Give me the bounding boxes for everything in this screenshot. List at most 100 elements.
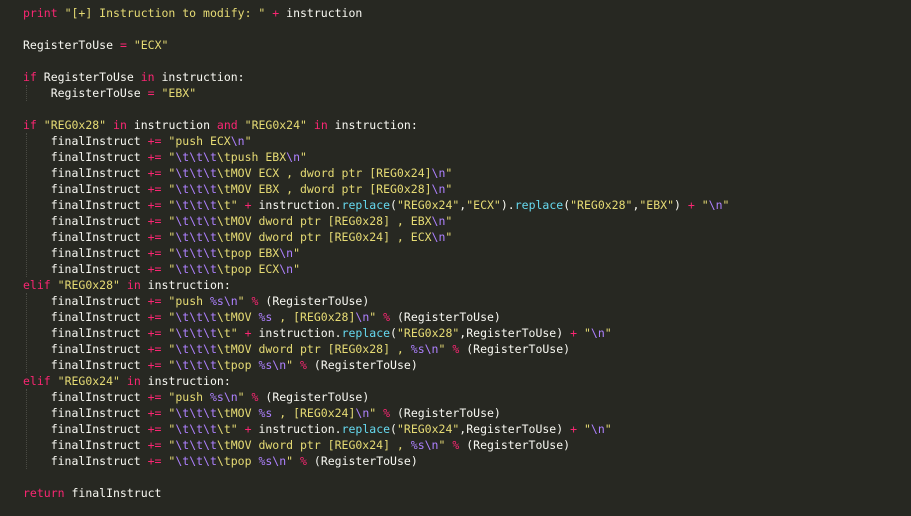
- code-line[interactable]: elif "REG0x24" in instruction:: [23, 373, 231, 389]
- code-token: ": [237, 294, 245, 308]
- code-token: \t\t\t: [175, 438, 217, 452]
- code-token: ).: [500, 198, 515, 212]
- code-token: return: [23, 486, 65, 500]
- code-line[interactable]: RegisterToUse = "EBX": [23, 85, 196, 101]
- code-token: \n: [590, 422, 605, 436]
- code-token: ,RegisterToUse): [459, 422, 571, 436]
- code-line[interactable]: finalInstruct += "\t\t\t\tMOV %s , [REG0…: [23, 309, 501, 325]
- code-token: "ECX": [466, 198, 501, 212]
- code-token: ": [445, 166, 453, 180]
- code-token: %s: [258, 310, 273, 324]
- code-line[interactable]: finalInstruct += " \t\t\t\tMOV ECX , dwor…: [23, 165, 453, 181]
- code-token: \tMOV dword ptr [REG0x28] ,: [216, 342, 411, 356]
- code-line[interactable]: if RegisterToUse in instruction:: [23, 69, 245, 85]
- code-token: finalInstruct: [23, 230, 148, 244]
- code-line[interactable]: finalInstruct += "\t\t\t\tpop EBX\n": [23, 245, 300, 261]
- code-token: finalInstruct: [23, 358, 148, 372]
- code-token: +: [570, 326, 578, 340]
- code-token: elif: [23, 278, 51, 292]
- code-token: (RegisterToUse): [459, 342, 571, 356]
- code-token: , [REG0x28]: [272, 310, 356, 324]
- code-line[interactable]: RegisterToUse = "ECX": [23, 37, 168, 53]
- code-token: ": [583, 422, 591, 436]
- code-line[interactable]: finalInstruct += " \t\t\t\t" + instructio…: [23, 325, 612, 341]
- code-line[interactable]: finalInstruct += " \t\t\t\t" + instructio…: [23, 197, 730, 213]
- code-token: \t\t\t: [175, 422, 217, 436]
- code-token: finalInstruct: [23, 326, 148, 340]
- code-editor[interactable]: print "[+] Instruction to modify: " + in…: [0, 0, 911, 516]
- code-token: instruction: [279, 6, 363, 20]
- code-token: +: [244, 326, 252, 340]
- code-line[interactable]: finalInstruct += "\t\t\t\tMOV %s , [REG0…: [23, 405, 501, 421]
- code-token: \t\t\t: [175, 166, 217, 180]
- code-token: instruction:: [140, 278, 231, 292]
- code-token: finalInstruct: [23, 198, 148, 212]
- code-token: \tpop EBX: [216, 246, 280, 260]
- code-line[interactable]: finalInstruct += "\t\t\t\tpop %s\n" % (R…: [23, 453, 418, 469]
- code-token: \n: [279, 262, 294, 276]
- code-token: \n: [431, 230, 446, 244]
- code-token: \tMOV ECX , dword ptr [REG0x24]: [216, 166, 432, 180]
- code-token: RegisterToUse: [36, 70, 141, 84]
- code-token: \t\t\t: [175, 246, 217, 260]
- code-line[interactable]: finalInstruct += " \t\t\t\t" + instructio…: [23, 421, 612, 437]
- code-token: in: [313, 118, 328, 132]
- code-line[interactable]: if "REG0x28" in instruction and "REG0x24…: [23, 117, 418, 133]
- code-token: finalInstruct: [23, 390, 148, 404]
- code-line[interactable]: finalInstruct += "\t\t\t\tMOV dword ptr …: [23, 437, 570, 453]
- code-token: replace: [341, 198, 391, 212]
- code-token: (RegisterToUse): [459, 438, 571, 452]
- code-line[interactable]: finalInstruct += "push ECX\n": [23, 133, 252, 149]
- code-token: RegisterToUse: [23, 86, 148, 100]
- code-line[interactable]: print "[+] Instruction to modify: " + in…: [23, 5, 362, 21]
- code-token: "REG0x24": [244, 118, 307, 132]
- code-line[interactable]: return finalInstruct: [23, 485, 161, 501]
- code-line[interactable]: finalInstruct += "\t\t\t\tpop ECX\n": [23, 261, 300, 277]
- code-line[interactable]: finalInstruct += "push %s\n" % (Register…: [23, 293, 370, 309]
- code-line[interactable]: finalInstruct += "\t\t\t\tpop %s\n" % (R…: [23, 357, 418, 373]
- code-line[interactable]: finalInstruct += "\t\t\t\tMOV dword ptr …: [23, 213, 453, 229]
- code-token: %s\n: [258, 358, 287, 372]
- code-token: "REG0x28": [570, 198, 633, 212]
- code-line[interactable]: elif "REG0x28" in instruction:: [23, 277, 231, 293]
- code-token: \t\t\t: [175, 406, 217, 420]
- code-token: "[+] Instruction to modify: ": [64, 6, 266, 20]
- code-token: +=: [147, 150, 162, 164]
- code-token: \tMOV EBX , dword ptr [REG0x28]: [216, 182, 432, 196]
- code-token: \t": [216, 198, 238, 212]
- code-token: \n: [431, 182, 446, 196]
- code-token: finalInstruct: [23, 310, 148, 324]
- code-token: +=: [147, 358, 162, 372]
- code-token: +=: [147, 246, 162, 260]
- code-token: instruction.: [251, 198, 342, 212]
- code-token: \t": [216, 422, 238, 436]
- code-line[interactable]: finalInstruct += "\t\t\t\tMOV dword ptr …: [23, 229, 453, 245]
- code-token: \n: [279, 246, 294, 260]
- code-token: +=: [147, 438, 162, 452]
- code-token: \tpop: [216, 454, 259, 468]
- code-token: "push: [168, 390, 210, 404]
- code-line[interactable]: finalInstruct += "\t\t\t\tpush EBX\n": [23, 149, 307, 165]
- code-token: +=: [147, 166, 162, 180]
- code-token: replace: [341, 422, 391, 436]
- code-line[interactable]: finalInstruct += " \t\t\t\tMOV EBX , dwor…: [23, 181, 453, 197]
- code-line[interactable]: finalInstruct += "\t\t\t\tMOV dword ptr …: [23, 341, 570, 357]
- code-token: finalInstruct: [23, 166, 148, 180]
- code-token: "REG0x28": [43, 118, 107, 132]
- code-line[interactable]: finalInstruct += "push %s\n" % (Register…: [23, 389, 370, 405]
- code-token: +=: [147, 326, 162, 340]
- code-token: (RegisterToUse): [306, 454, 418, 468]
- code-token: \n: [431, 166, 446, 180]
- code-token: \n: [286, 150, 301, 164]
